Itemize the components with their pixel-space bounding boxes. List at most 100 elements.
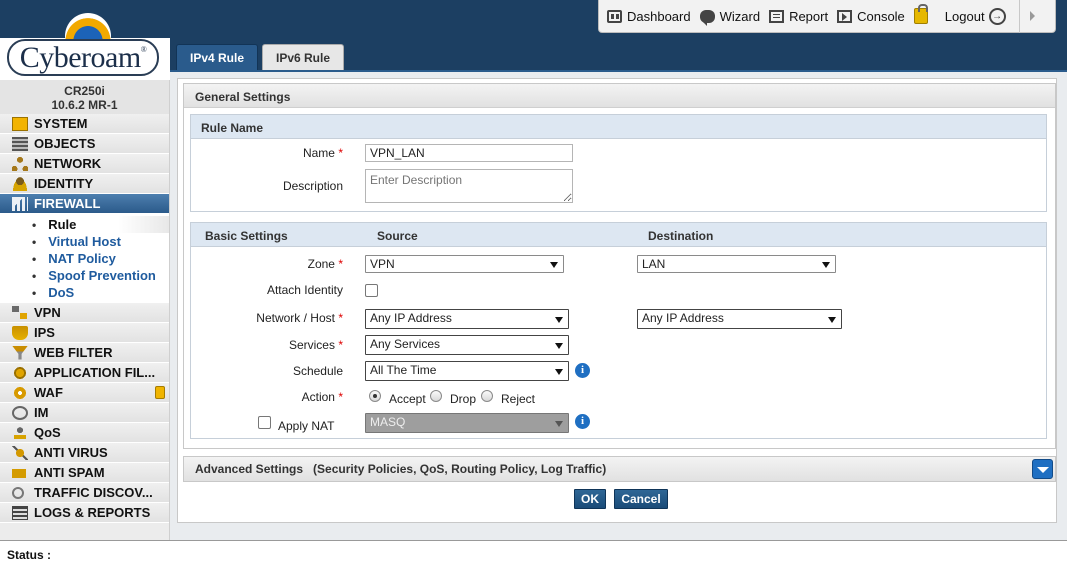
rule-form-panel: General Settings Rule Name Name * Descri… xyxy=(177,78,1057,523)
sidebar: CR250i 10.6.2 MR-1 SYSTEM OBJECTS NETWOR… xyxy=(0,80,170,540)
sidebar-item-anti-virus[interactable]: ANTI VIRUS xyxy=(0,443,169,463)
sidebar-item-waf[interactable]: WAF xyxy=(0,383,169,403)
general-settings-section: General Settings Rule Name Name * Descri… xyxy=(183,83,1056,449)
sidebar-item-identity[interactable]: IDENTITY xyxy=(0,174,169,194)
sidebar-item-label: IM xyxy=(34,405,49,420)
destination-network-select[interactable]: Any IP Address xyxy=(637,309,842,329)
cyberoam-logo: Cyberoam ® xyxy=(7,13,159,77)
apply-nat-checkbox[interactable] xyxy=(258,416,271,429)
source-network-select[interactable]: Any IP Address xyxy=(365,309,569,329)
dashboard-link[interactable]: Dashboard xyxy=(607,9,691,24)
cancel-button[interactable]: Cancel xyxy=(614,489,668,509)
attach-identity-label: Attach Identity xyxy=(266,283,343,297)
sidebar-item-label: SYSTEM xyxy=(34,116,88,131)
sidebar-item-vpn[interactable]: VPN xyxy=(0,303,169,323)
identity-icon xyxy=(12,176,28,191)
description-label: Description xyxy=(282,179,343,193)
attach-identity-checkbox[interactable] xyxy=(365,284,378,297)
ok-button[interactable]: OK xyxy=(574,489,606,509)
submenu-item-dos[interactable]: DoS xyxy=(0,284,169,301)
logo-text: Cyberoam xyxy=(19,40,141,74)
source-zone-select[interactable]: VPN xyxy=(365,255,564,273)
sidebar-item-system[interactable]: SYSTEM xyxy=(0,114,169,134)
anti-virus-icon xyxy=(12,445,28,460)
status-label: Status : xyxy=(7,548,52,562)
services-select[interactable]: Any Services xyxy=(365,335,569,355)
schedule-info-icon[interactable]: i xyxy=(575,363,590,378)
submenu-item-rule[interactable]: Rule xyxy=(0,216,169,233)
logout-icon: → xyxy=(988,7,1006,25)
advanced-settings-bar[interactable]: Advanced Settings (Security Policies, QoS… xyxy=(183,456,1056,482)
sidebar-item-logs-reports[interactable]: LOGS & REPORTS xyxy=(0,503,169,523)
required-marker: * xyxy=(338,338,343,352)
sidebar-item-firewall[interactable]: FIREWALL xyxy=(0,194,169,214)
sidebar-item-objects[interactable]: OBJECTS xyxy=(0,134,169,154)
sidebar-item-label: OBJECTS xyxy=(34,136,96,151)
sidebar-item-label: TRAFFIC DISCOV... xyxy=(34,485,153,500)
description-field[interactable] xyxy=(365,169,573,203)
sidebar-item-im[interactable]: IM xyxy=(0,403,169,423)
services-label-text: Services xyxy=(288,338,335,352)
destination-zone-value: LAN xyxy=(642,257,666,271)
sidebar-item-ips[interactable]: IPS xyxy=(0,323,169,343)
ips-icon xyxy=(12,325,28,340)
top-navigation: Dashboard Wizard Report Console Logout → xyxy=(598,0,1056,33)
action-drop-radio[interactable] xyxy=(430,390,442,402)
submenu-item-spoof-prevention[interactable]: Spoof Prevention xyxy=(0,267,169,284)
vpn-icon xyxy=(12,305,28,320)
sidebar-item-label: ANTI SPAM xyxy=(34,465,105,480)
lock-button[interactable] xyxy=(913,4,936,24)
expand-chevron-icon[interactable] xyxy=(1032,459,1053,479)
report-link[interactable]: Report xyxy=(769,9,828,24)
advanced-settings-hint: (Security Policies, QoS, Routing Policy,… xyxy=(313,462,607,476)
dashboard-icon xyxy=(607,9,622,23)
sidebar-item-anti-spam[interactable]: ANTI SPAM xyxy=(0,463,169,483)
required-marker: * xyxy=(338,257,343,271)
nat-info-icon[interactable]: i xyxy=(575,414,590,429)
web-filter-icon xyxy=(12,345,28,360)
logout-link[interactable]: Logout → xyxy=(945,7,1006,25)
zone-label-text: Zone xyxy=(307,257,335,271)
sidebar-item-label: LOGS & REPORTS xyxy=(34,505,151,520)
zone-label: Zone * xyxy=(308,257,343,271)
sidebar-item-qos[interactable]: QoS xyxy=(0,423,169,443)
required-marker: * xyxy=(338,146,343,160)
sidebar-item-label: ANTI VIRUS xyxy=(34,445,108,460)
dropdown-arrow-icon xyxy=(555,421,563,427)
general-settings-title: General Settings xyxy=(184,84,1055,108)
tab-ipv6-rule[interactable]: IPv6 Rule xyxy=(262,44,344,70)
action-reject-radio[interactable] xyxy=(481,390,493,402)
rule-name-box: Rule Name Name * Description xyxy=(190,114,1047,212)
main-content: General Settings Rule Name Name * Descri… xyxy=(170,70,1067,540)
destination-zone-select[interactable]: LAN xyxy=(637,255,836,273)
sidebar-item-network[interactable]: NETWORK xyxy=(0,154,169,174)
submenu-item-virtual-host[interactable]: Virtual Host xyxy=(0,233,169,250)
wizard-link[interactable]: Wizard xyxy=(699,9,760,26)
action-accept-radio[interactable] xyxy=(369,390,381,402)
sidebar-item-label: APPLICATION FIL... xyxy=(34,365,156,380)
application-filter-icon xyxy=(12,365,28,380)
source-column-header: Source xyxy=(377,229,418,243)
device-model: CR250i xyxy=(64,84,105,98)
name-label-text: Name xyxy=(302,146,335,160)
action-reject-label: Reject xyxy=(501,392,536,406)
basic-settings-header: Basic Settings xyxy=(191,223,1046,247)
schedule-select[interactable]: All The Time xyxy=(365,361,569,381)
name-field[interactable] xyxy=(365,144,573,162)
nat-policy-value: MASQ xyxy=(370,415,406,429)
basic-settings-box: Basic Settings Source Destination Zone *… xyxy=(190,222,1047,439)
report-label: Report xyxy=(789,8,829,24)
sidebar-item-traffic-discovery[interactable]: TRAFFIC DISCOV... xyxy=(0,483,169,503)
network-host-label: Network / Host * xyxy=(256,311,343,325)
wizard-icon xyxy=(699,9,715,26)
sidebar-item-application-filter[interactable]: APPLICATION FIL... xyxy=(0,363,169,383)
advanced-settings-title: Advanced Settings xyxy=(195,462,304,476)
tab-ipv4-rule[interactable]: IPv4 Rule xyxy=(176,44,258,70)
expand-arrow-icon[interactable] xyxy=(1029,11,1035,21)
dropdown-arrow-icon xyxy=(550,262,558,268)
device-info: CR250i 10.6.2 MR-1 xyxy=(0,80,169,114)
console-link[interactable]: Console xyxy=(837,9,905,24)
sidebar-item-label: QoS xyxy=(34,425,61,440)
sidebar-item-web-filter[interactable]: WEB FILTER xyxy=(0,343,169,363)
submenu-item-nat-policy[interactable]: NAT Policy xyxy=(0,250,169,267)
